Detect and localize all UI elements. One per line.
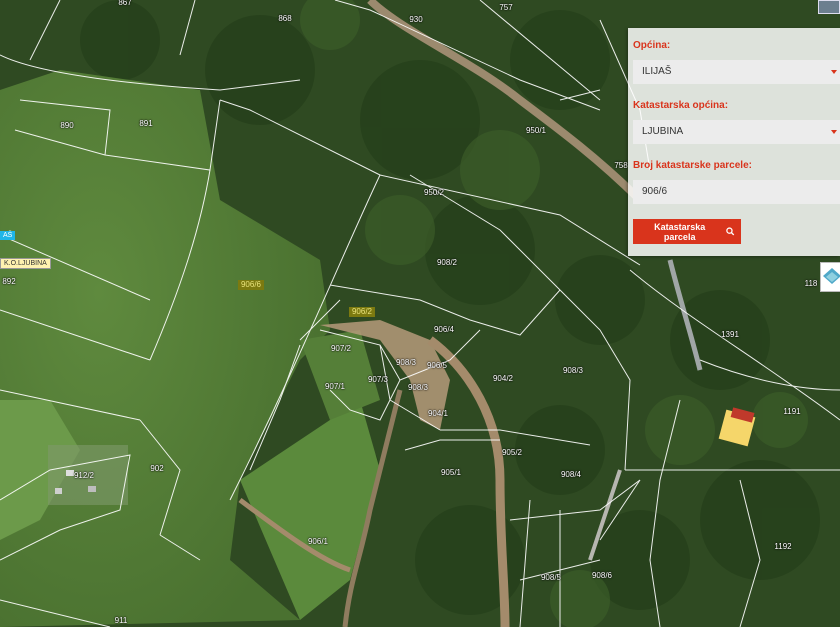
parcel-label: 892 xyxy=(2,277,16,286)
parcel-label: 118 xyxy=(804,279,818,288)
parcel-label: 908/6 xyxy=(591,571,613,580)
parcel-label: 907/1 xyxy=(324,382,346,391)
layers-button[interactable] xyxy=(820,262,840,292)
parcel-label: 908/2 xyxy=(436,258,458,267)
parcel-label: 904/2 xyxy=(492,374,514,383)
cadastral-municipality-label: Katastarska općina: xyxy=(633,100,729,111)
parcel-label: 906/4 xyxy=(433,325,455,334)
parcel-label: 911 xyxy=(114,616,128,625)
search-button-label: Katastarska parcela xyxy=(654,221,706,242)
parcel-label: 950/2 xyxy=(423,188,445,197)
parcel-search-button[interactable]: Katastarska parcela xyxy=(633,219,741,244)
parcel-label: 907/2 xyxy=(330,344,352,353)
cadastral-municipality-value: LJUBINA xyxy=(642,126,684,137)
parcel-label: 906/5 xyxy=(426,361,448,370)
parcel-label: 930 xyxy=(409,15,423,24)
parcel-label: 902 xyxy=(150,464,164,473)
parcel-number-input[interactable]: 906/6 xyxy=(633,180,840,204)
municipality-select[interactable]: ILIJAŠ xyxy=(633,60,840,84)
parcel-label: 906/2 xyxy=(348,307,376,317)
search-icon xyxy=(726,227,735,236)
area-tag: AŠ xyxy=(0,231,16,240)
parcel-label: 908/4 xyxy=(560,470,582,479)
parcel-label: 908/5 xyxy=(540,573,562,582)
parcel-number-value: 906/6 xyxy=(642,186,668,197)
municipality-label: Općina: xyxy=(633,40,671,51)
parcel-label: 905/1 xyxy=(440,468,462,477)
parcel-label: 906/1 xyxy=(307,537,329,546)
parcel-label: 757 xyxy=(499,3,513,12)
cadastral-municipality-tag: K.O.LJUBINA xyxy=(0,258,51,269)
cadastral-municipality-select[interactable]: LJUBINA xyxy=(633,120,840,144)
map-control-button[interactable] xyxy=(818,0,840,14)
parcel-label: 867 xyxy=(118,0,132,7)
parcel-label: 908/3 xyxy=(395,358,417,367)
parcel-label: 891 xyxy=(139,119,153,128)
parcel-label: 905/2 xyxy=(501,448,523,457)
parcel-label: 908/3 xyxy=(562,366,584,375)
parcel-label: 1192 xyxy=(774,542,792,551)
parcel-search-panel: Općina: ILIJAŠ Katastarska općina: LJUBI… xyxy=(628,28,840,256)
parcel-label: 908/3 xyxy=(407,383,429,392)
parcel-label: 907/3 xyxy=(367,375,389,384)
chevron-down-icon xyxy=(831,130,837,134)
parcel-label: 890 xyxy=(60,121,74,130)
parcel-number-label: Broj katastarske parcele: xyxy=(633,160,752,171)
parcel-label: 904/1 xyxy=(427,409,449,418)
chevron-down-icon xyxy=(831,70,837,74)
parcel-label: 758 xyxy=(614,161,628,170)
parcel-label: 868 xyxy=(278,14,292,23)
municipality-value: ILIJAŠ xyxy=(642,66,672,77)
parcel-label: 912/2 xyxy=(73,471,95,480)
layers-icon xyxy=(823,268,840,284)
selected-parcel-label[interactable]: 906/6 xyxy=(237,280,265,290)
parcel-label: 1391 xyxy=(721,330,739,339)
parcel-label: 1191 xyxy=(783,407,801,416)
parcel-label: 950/1 xyxy=(525,126,547,135)
